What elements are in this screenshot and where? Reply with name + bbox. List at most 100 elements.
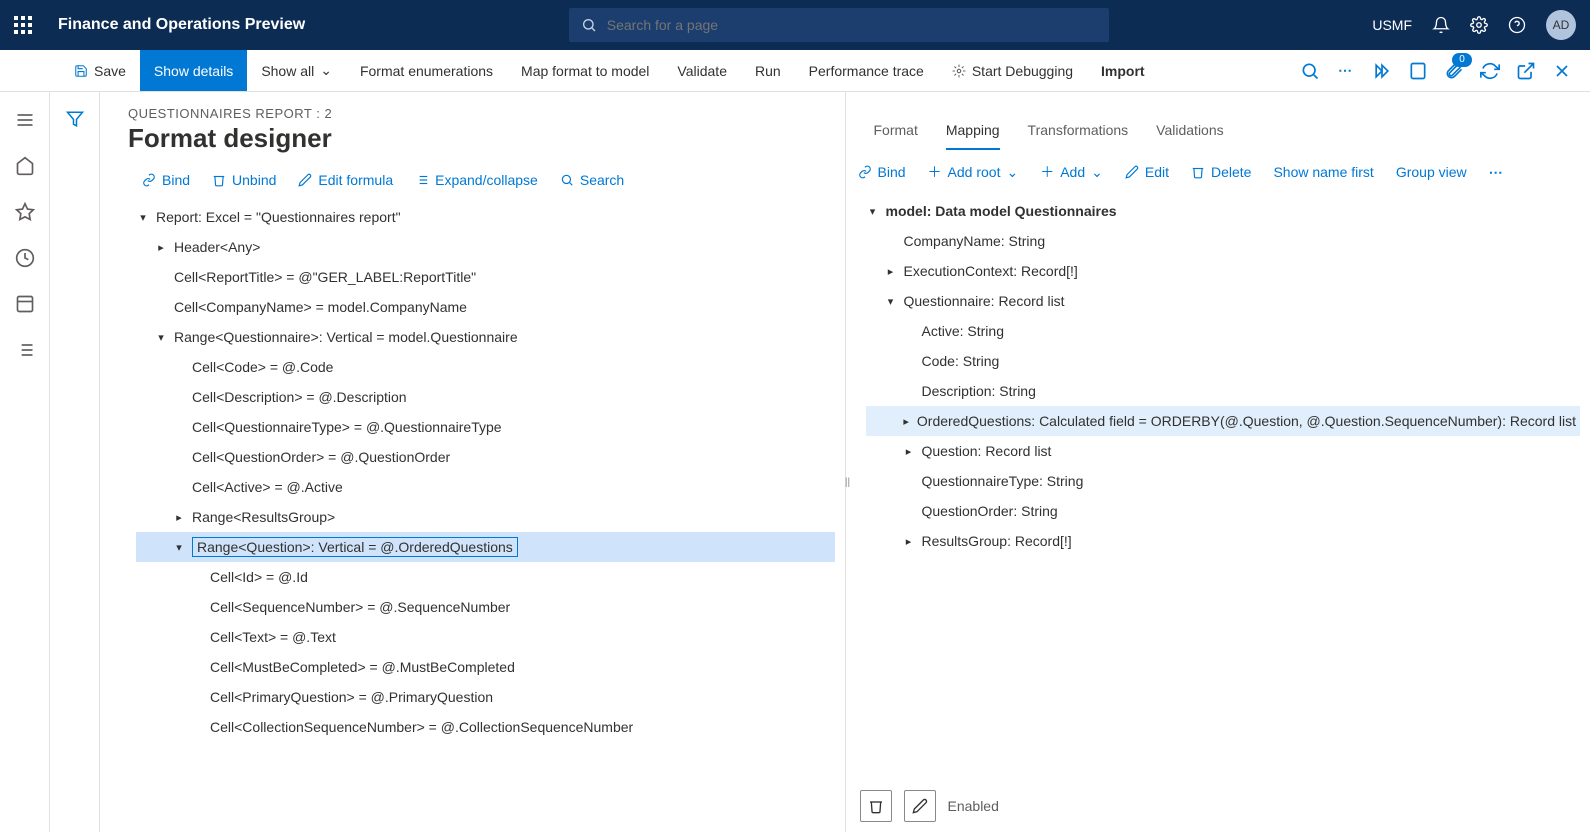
caret-down-icon[interactable]: ▾ <box>884 295 898 308</box>
home-icon[interactable] <box>15 156 35 176</box>
footer-edit-button[interactable] <box>904 790 936 822</box>
format-tree[interactable]: ▾Report: Excel = "Questionnaires report"… <box>100 196 845 832</box>
search-action-icon[interactable] <box>1300 61 1320 81</box>
tree-node[interactable]: ▸Cell<SequenceNumber> = @.SequenceNumber <box>136 592 835 622</box>
tree-node[interactable]: ▸Description: String <box>866 376 1581 406</box>
caret-right-icon[interactable]: ▸ <box>154 241 168 254</box>
caret-right-icon[interactable]: ▸ <box>884 265 898 278</box>
edit-formula-button[interactable]: Edit formula <box>298 172 393 188</box>
tree-node[interactable]: ▸CompanyName: String <box>866 226 1581 256</box>
tree-node[interactable]: ▸Cell<Code> = @.Code <box>136 352 835 382</box>
delete-button[interactable]: Delete <box>1191 164 1251 180</box>
tree-node[interactable]: ▸OrderedQuestions: Calculated field = OR… <box>866 406 1581 436</box>
gear-icon[interactable] <box>1470 16 1488 34</box>
close-icon[interactable] <box>1552 61 1572 81</box>
caret-down-icon[interactable]: ▾ <box>866 205 880 218</box>
map-format-button[interactable]: Map format to model <box>507 50 663 91</box>
tree-search-button[interactable]: Search <box>560 172 624 188</box>
tree-node[interactable]: ▸Cell<MustBeCompleted> = @.MustBeComplet… <box>136 652 835 682</box>
workspace-icon[interactable] <box>15 294 35 314</box>
show-name-first-button[interactable]: Show name first <box>1273 164 1373 180</box>
tree-node[interactable]: ▸Cell<Text> = @.Text <box>136 622 835 652</box>
show-all-button[interactable]: Show all⌄ <box>247 50 346 91</box>
tree-node-label: Cell<PrimaryQuestion> = @.PrimaryQuestio… <box>210 689 493 705</box>
tab-validations[interactable]: Validations <box>1156 116 1223 150</box>
legal-entity[interactable]: USMF <box>1372 17 1412 33</box>
plus-icon: ＋ <box>1040 162 1054 182</box>
validate-button[interactable]: Validate <box>663 50 741 91</box>
tab-transformations[interactable]: Transformations <box>1028 116 1129 150</box>
add-root-button[interactable]: ＋Add root⌄ <box>928 162 1019 182</box>
tree-node[interactable]: ▸Cell<ReportTitle> = @"GER_LABEL:ReportT… <box>136 262 835 292</box>
import-button[interactable]: Import <box>1087 50 1159 91</box>
tree-node[interactable]: ▸Header<Any> <box>136 232 835 262</box>
recent-icon[interactable] <box>15 248 35 268</box>
tab-mapping[interactable]: Mapping <box>946 116 1000 150</box>
tree-node[interactable]: ▸QuestionnaireType: String <box>866 466 1581 496</box>
tree-node[interactable]: ▾model: Data model Questionnaires <box>866 196 1581 226</box>
popout-icon[interactable] <box>1516 61 1536 81</box>
tree-node[interactable]: ▾Range<Question>: Vertical = @.OrderedQu… <box>136 532 835 562</box>
caret-down-icon[interactable]: ▾ <box>136 211 150 224</box>
show-details-button[interactable]: Show details <box>140 50 247 91</box>
bell-icon[interactable] <box>1432 16 1450 34</box>
tree-node[interactable]: ▸Cell<QuestionnaireType> = @.Questionnai… <box>136 412 835 442</box>
tree-node[interactable]: ▸Cell<Id> = @.Id <box>136 562 835 592</box>
attachments-icon[interactable] <box>1444 61 1464 81</box>
tree-node[interactable]: ▸Cell<CompanyName> = model.CompanyName <box>136 292 835 322</box>
format-enumerations-button[interactable]: Format enumerations <box>346 50 507 91</box>
tab-format[interactable]: Format <box>874 116 918 150</box>
caret-right-icon[interactable]: ▸ <box>902 445 916 458</box>
tree-node[interactable]: ▾Report: Excel = "Questionnaires report" <box>136 202 835 232</box>
mapping-tree[interactable]: ▾model: Data model Questionnaires▸Compan… <box>846 190 1590 780</box>
help-icon[interactable] <box>1508 16 1526 34</box>
r-edit-button[interactable]: Edit <box>1125 164 1169 180</box>
top-bar: Finance and Operations Preview USMF AD <box>0 0 1590 50</box>
tree-node[interactable]: ▸Range<ResultsGroup> <box>136 502 835 532</box>
office-icon[interactable] <box>1408 61 1428 81</box>
filter-icon[interactable] <box>66 110 84 128</box>
tree-node[interactable]: ▾Range<Questionnaire>: Vertical = model.… <box>136 322 835 352</box>
tree-node[interactable]: ▸ExecutionContext: Record[!] <box>866 256 1581 286</box>
tree-node[interactable]: ▸QuestionOrder: String <box>866 496 1581 526</box>
tree-node[interactable]: ▸Active: String <box>866 316 1581 346</box>
tree-node[interactable]: ▾Questionnaire: Record list <box>866 286 1581 316</box>
add-button[interactable]: ＋Add⌄ <box>1040 162 1103 182</box>
r-more-icon[interactable]: ⋯ <box>1489 164 1505 181</box>
global-search[interactable] <box>569 8 1109 42</box>
tree-node[interactable]: ▸Question: Record list <box>866 436 1581 466</box>
unbind-button[interactable]: Unbind <box>212 172 276 188</box>
search-input[interactable] <box>607 17 1097 33</box>
refresh-icon[interactable] <box>1480 61 1500 81</box>
bind-button[interactable]: Bind <box>142 172 190 188</box>
tree-node-label: Cell<SequenceNumber> = @.SequenceNumber <box>210 599 510 615</box>
caret-right-icon[interactable]: ▸ <box>902 535 916 548</box>
related-icon[interactable] <box>1372 61 1392 81</box>
tree-node[interactable]: ▸Code: String <box>866 346 1581 376</box>
tree-node[interactable]: ▸Cell<Description> = @.Description <box>136 382 835 412</box>
footer-delete-button[interactable] <box>860 790 892 822</box>
caret-right-icon[interactable]: ▸ <box>172 511 186 524</box>
expand-collapse-button[interactable]: Expand/collapse <box>415 172 538 188</box>
group-view-button[interactable]: Group view <box>1396 164 1467 180</box>
modules-icon[interactable] <box>15 340 35 360</box>
user-avatar[interactable]: AD <box>1546 10 1576 40</box>
performance-trace-button[interactable]: Performance trace <box>795 50 938 91</box>
tree-node[interactable]: ▸Cell<Active> = @.Active <box>136 472 835 502</box>
caret-right-icon[interactable]: ▸ <box>902 415 911 428</box>
tree-node[interactable]: ▸Cell<PrimaryQuestion> = @.PrimaryQuesti… <box>136 682 835 712</box>
tree-node[interactable]: ▸Cell<CollectionSequenceNumber> = @.Coll… <box>136 712 835 742</box>
tree-node[interactable]: ▸ResultsGroup: Record[!] <box>866 526 1581 556</box>
star-icon[interactable] <box>15 202 35 222</box>
hamburger-icon[interactable] <box>15 110 35 130</box>
caret-down-icon[interactable]: ▾ <box>154 331 168 344</box>
save-button[interactable]: Save <box>60 50 140 91</box>
tree-node[interactable]: ▸Cell<QuestionOrder> = @.QuestionOrder <box>136 442 835 472</box>
r-bind-button[interactable]: Bind <box>858 164 906 180</box>
app-launcher-icon[interactable] <box>14 16 32 34</box>
start-debugging-button[interactable]: Start Debugging <box>938 50 1087 91</box>
more-icon[interactable]: ⋯ <box>1336 61 1356 81</box>
breadcrumb: QUESTIONNAIRES REPORT : 2 <box>128 106 817 121</box>
caret-down-icon[interactable]: ▾ <box>172 541 186 554</box>
run-button[interactable]: Run <box>741 50 795 91</box>
